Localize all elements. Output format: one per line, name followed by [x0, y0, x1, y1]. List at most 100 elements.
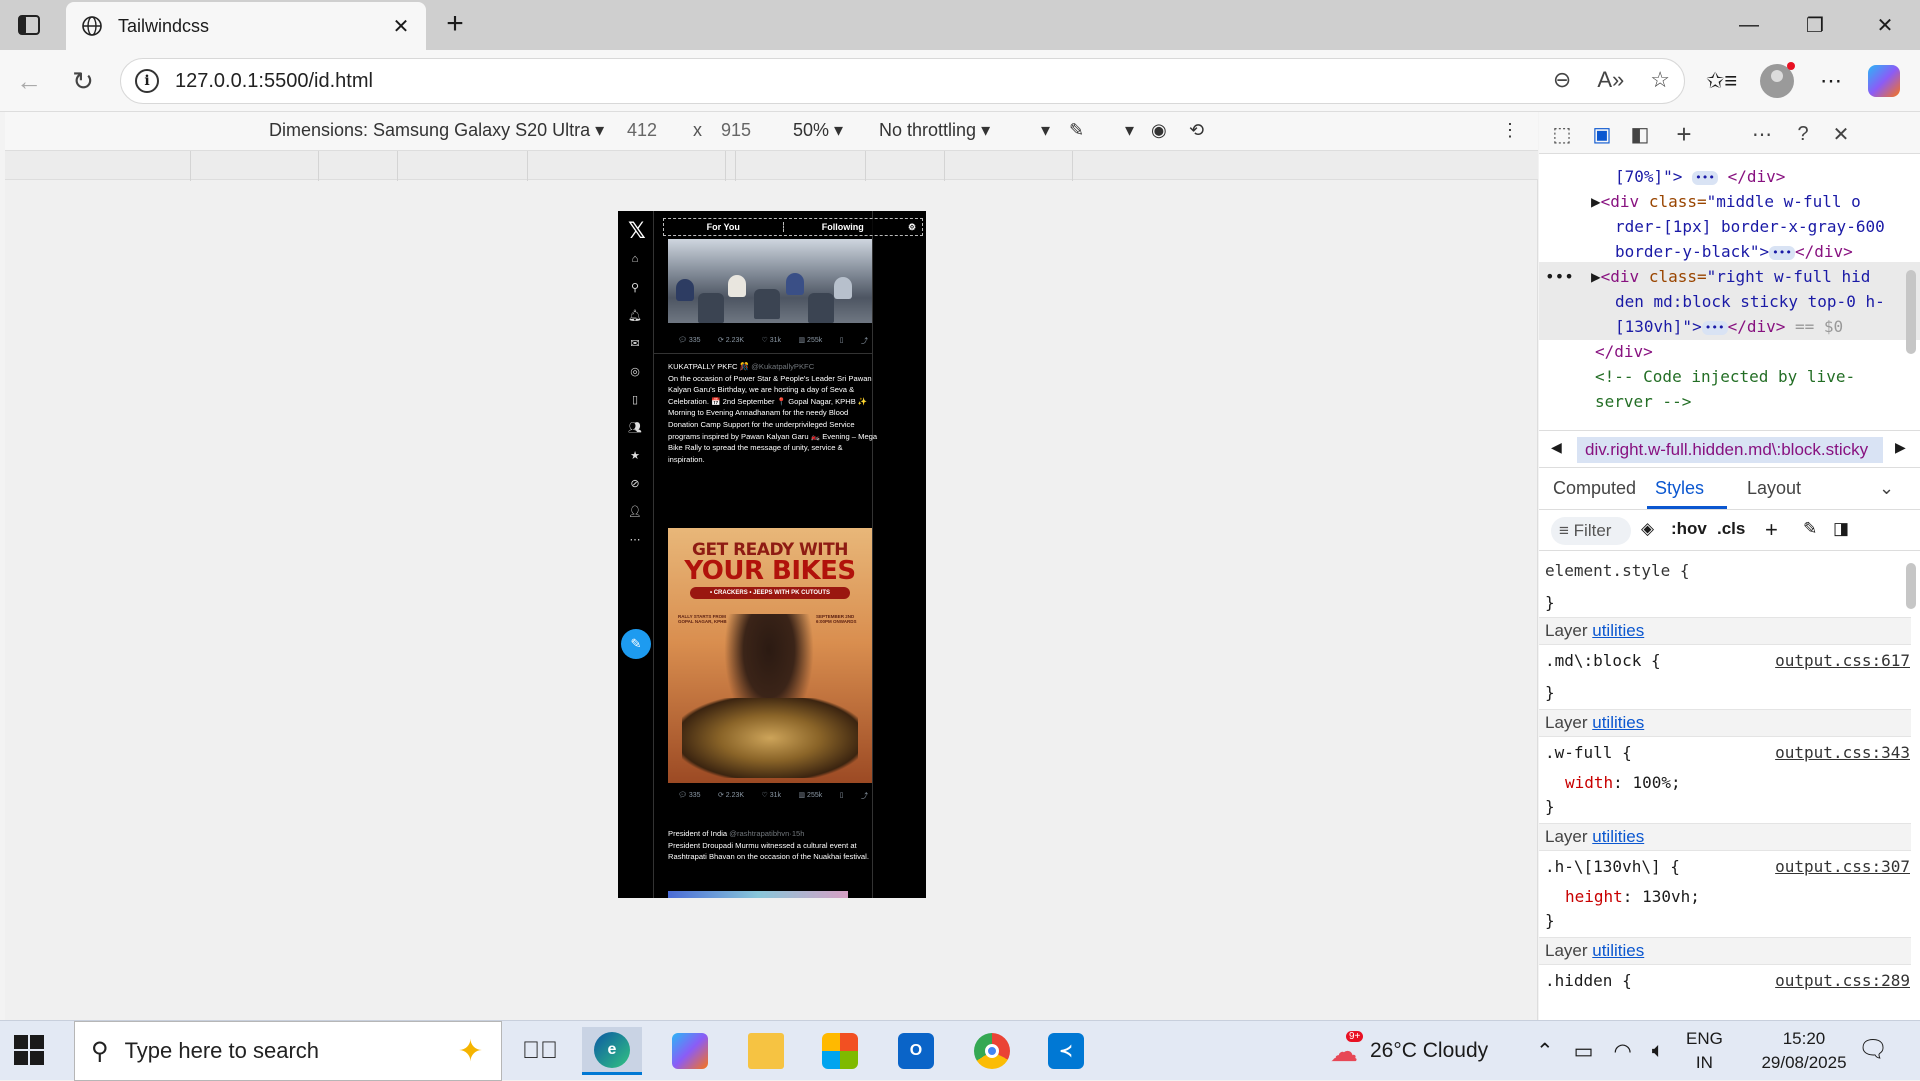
- help-icon[interactable]: ?: [1788, 120, 1818, 148]
- vision-dropdown[interactable]: ▾: [1125, 120, 1134, 141]
- verified-orgs-icon[interactable]: ⊘: [626, 477, 644, 490]
- layer-link[interactable]: utilities: [1592, 621, 1644, 640]
- post-president[interactable]: President of India @rashtrapatibhvn·15h …: [668, 828, 876, 863]
- bookmarks-icon[interactable]: ▯: [626, 393, 644, 406]
- show-hidden-icons[interactable]: ⌃: [1536, 1039, 1554, 1064]
- post-kukatpally[interactable]: KUKATPALLY PKFC 🎊 @KukatpallyPKFC On the…: [668, 361, 880, 465]
- throttling-select[interactable]: No throttling ▾: [879, 120, 990, 141]
- layers-icon[interactable]: ◈: [1641, 519, 1654, 539]
- close-tab-icon[interactable]: ✕: [388, 14, 414, 39]
- post-image-bus[interactable]: [668, 239, 872, 323]
- read-aloud-icon[interactable]: A»: [1597, 67, 1624, 93]
- profile-avatar[interactable]: [1760, 62, 1795, 100]
- task-view-icon[interactable]: ▭⃦: [510, 1027, 570, 1075]
- ruler-segment[interactable]: [190, 151, 318, 181]
- tab-layout[interactable]: Layout: [1747, 478, 1801, 499]
- hov-toggle[interactable]: :hov: [1671, 519, 1707, 539]
- ruler-segment[interactable]: [397, 151, 527, 181]
- back-button[interactable]: ←: [12, 64, 46, 98]
- rule-selector[interactable]: .h-\[130vh\] {: [1545, 857, 1680, 876]
- rule-selector[interactable]: .md\:block {: [1545, 651, 1661, 670]
- clock[interactable]: 15:20 29/08/2025: [1754, 1027, 1854, 1075]
- compose-post-button[interactable]: ✎: [621, 629, 651, 659]
- vscode-icon[interactable]: ≺: [1036, 1027, 1096, 1075]
- site-info-icon[interactable]: i: [135, 69, 159, 93]
- copilot-icon[interactable]: [1868, 62, 1900, 100]
- share-button[interactable]: ⤴: [861, 336, 868, 346]
- address-bar[interactable]: i 127.0.0.1:5500/id.html ⊖ A» ☆: [120, 58, 1685, 104]
- views-button[interactable]: ▥ 255k: [798, 791, 822, 801]
- post-image-event[interactable]: [668, 891, 848, 898]
- ellipsis-badge[interactable]: •••: [1692, 170, 1718, 185]
- repost-button[interactable]: ⟳ 2.23K: [718, 791, 744, 801]
- element-style-selector[interactable]: element.style {: [1545, 561, 1690, 580]
- tab-following[interactable]: Following: [782, 222, 903, 232]
- device-toolbar-toggle-icon[interactable]: ▣: [1587, 120, 1617, 148]
- dom-node[interactable]: [70%]"> ••• </div>: [1615, 164, 1785, 189]
- ruler-segment[interactable]: [318, 151, 397, 181]
- rule-source-link[interactable]: output.css:617: [1775, 651, 1910, 670]
- node-menu-icon[interactable]: •••: [1545, 264, 1574, 289]
- views-button[interactable]: ▥ 255k: [798, 336, 822, 346]
- profile-icon[interactable]: 👤︎: [626, 505, 644, 518]
- tab-actions-icon[interactable]: [14, 10, 44, 40]
- layer-link[interactable]: utilities: [1592, 941, 1644, 960]
- device-toolbar-more-icon[interactable]: ⋮: [1501, 120, 1519, 141]
- rule-source-link[interactable]: output.css:289: [1775, 971, 1910, 990]
- zoom-select[interactable]: 50% ▾: [793, 120, 843, 141]
- elements-scrollbar[interactable]: [1906, 270, 1916, 354]
- width-input[interactable]: 412: [627, 120, 657, 141]
- settings-gear-icon[interactable]: ⚙: [902, 222, 922, 233]
- rule-source-link[interactable]: output.css:307: [1775, 857, 1910, 876]
- messages-icon[interactable]: ✉: [626, 337, 644, 350]
- ruler-segment[interactable]: [1072, 151, 1073, 181]
- ruler-segment[interactable]: [865, 151, 944, 181]
- copilot-taskbar-icon[interactable]: [660, 1027, 720, 1075]
- like-button[interactable]: ♡ 31k: [762, 336, 782, 346]
- reply-button[interactable]: 💬︎ 335: [678, 791, 701, 801]
- windows-start-icon[interactable]: [14, 1035, 44, 1065]
- tab-computed[interactable]: Computed: [1553, 478, 1636, 499]
- rule-selector[interactable]: .hidden {: [1545, 971, 1632, 990]
- zoom-out-icon[interactable]: ⊖: [1553, 67, 1571, 93]
- rule-declaration[interactable]: height: 130vh;: [1565, 887, 1700, 906]
- tab-for-you[interactable]: For You: [664, 222, 783, 232]
- notification-center-icon[interactable]: 🗨︎: [1858, 1035, 1888, 1064]
- ruler-segment[interactable]: [944, 151, 1072, 181]
- sidebar-toggle-icon[interactable]: ◨: [1833, 519, 1849, 539]
- microsoft-store-icon[interactable]: [810, 1027, 870, 1075]
- filter-input[interactable]: ≡ Filter: [1551, 517, 1631, 545]
- home-icon[interactable]: ⌂: [626, 253, 644, 265]
- volume-icon[interactable]: 🔈︎: [1652, 1039, 1665, 1063]
- ruler-segment[interactable]: [527, 151, 537, 181]
- browser-tab-active[interactable]: Tailwindcss ✕: [66, 2, 426, 50]
- refresh-button[interactable]: ↻: [66, 64, 100, 98]
- ellipsis-badge[interactable]: •••: [1701, 320, 1728, 335]
- bookmark-button[interactable]: ▯: [840, 791, 844, 801]
- add-panel-icon[interactable]: +: [1669, 119, 1699, 149]
- close-devtools-icon[interactable]: ✕: [1826, 120, 1856, 148]
- wifi-icon[interactable]: ◠: [1613, 1039, 1631, 1064]
- language-indicator[interactable]: ENG IN: [1686, 1027, 1723, 1075]
- minimize-button[interactable]: —: [1716, 0, 1782, 50]
- chevron-down-icon[interactable]: ⌄: [1879, 478, 1894, 499]
- rotate-icon[interactable]: ⟲: [1189, 120, 1204, 141]
- tab-styles[interactable]: Styles: [1655, 478, 1704, 499]
- ellipsis-badge[interactable]: •••: [1769, 245, 1795, 260]
- favorite-star-icon[interactable]: ☆: [1650, 67, 1670, 93]
- taskbar-search-box[interactable]: ⚲ Type here to search ✦: [74, 1021, 502, 1081]
- search-icon[interactable]: ⚲: [626, 281, 644, 294]
- device-select[interactable]: Dimensions: Samsung Galaxy S20 Ultra ▾: [269, 120, 604, 141]
- layer-link[interactable]: utilities: [1592, 827, 1644, 846]
- ruler-segment[interactable]: [735, 151, 745, 181]
- weather-widget[interactable]: ☁ 9+ 26°C Cloudy: [1330, 1021, 1488, 1081]
- eye-icon[interactable]: ◉: [1151, 120, 1167, 141]
- save-data-dropdown[interactable]: ▾: [1041, 120, 1050, 141]
- restore-button[interactable]: ❐: [1782, 0, 1848, 50]
- breadcrumb-item[interactable]: div.right.w-full.hidden.md\:block.sticky: [1577, 437, 1883, 463]
- x-logo-icon[interactable]: 𝕏: [628, 219, 646, 244]
- chrome-icon[interactable]: [962, 1027, 1022, 1075]
- communities-icon[interactable]: 👥︎: [626, 421, 644, 434]
- rule-source-link[interactable]: output.css:343: [1775, 743, 1910, 762]
- post-image-poster[interactable]: GET READY WITH YOUR BIKES • CRACKERS • J…: [668, 528, 872, 783]
